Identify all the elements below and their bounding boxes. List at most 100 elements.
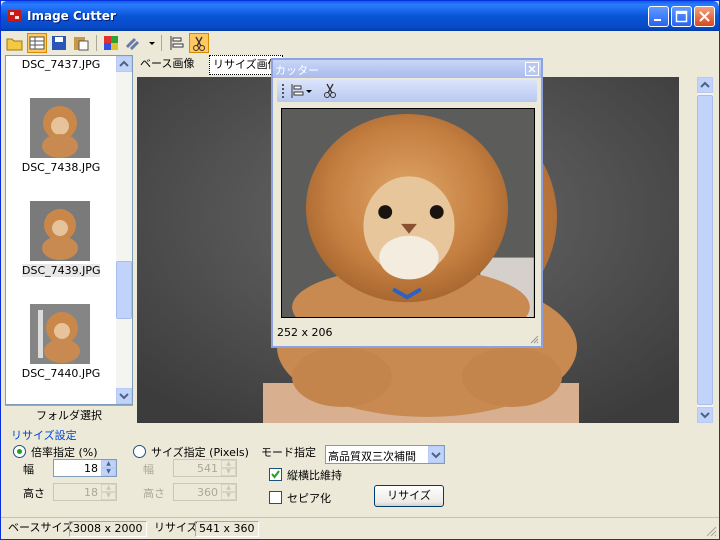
dropdown-button[interactable]: [428, 446, 444, 463]
file-label[interactable]: DSC_7437.JPG: [6, 58, 116, 71]
resize-grip-icon[interactable]: [529, 334, 539, 344]
base-size-label: ベースサイズ: [8, 521, 74, 534]
cutter-window[interactable]: カッター 252 x 206: [271, 58, 543, 348]
sepia-label: セピア化: [287, 492, 331, 505]
scroll-down-button[interactable]: [116, 388, 132, 404]
resize-size-value: 541 x 360: [195, 521, 259, 537]
cutter-close-button[interactable]: [525, 62, 539, 76]
stepper-up-button: ▲: [221, 484, 236, 492]
mode-label: モード指定: [261, 446, 316, 459]
app-icon: [8, 10, 21, 21]
cutter-preview-image: [281, 108, 535, 318]
main-window: Image Cutter DSC_7437.JPG DSC_7438.JPG D…: [0, 0, 720, 540]
cutter-size-readout: 252 x 206: [277, 326, 333, 339]
align-icon: [170, 36, 184, 50]
cutter-title-bar[interactable]: カッター: [273, 60, 541, 78]
folder-open-icon: [6, 38, 23, 51]
folder-select-button[interactable]: フォルダ選択: [5, 405, 133, 425]
stepper-up-button: ▲: [221, 460, 236, 468]
cutter-cut-button[interactable]: [321, 81, 341, 101]
file-label[interactable]: DSC_7440.JPG: [6, 367, 116, 380]
align-button[interactable]: [167, 33, 187, 53]
pixel-height-stepper: 360 ▲ ▼: [173, 483, 237, 501]
close-button[interactable]: [694, 6, 715, 27]
minimize-icon: [654, 19, 661, 21]
open-folder-button[interactable]: [5, 33, 25, 53]
file-label-selected[interactable]: DSC_7439.JPG: [22, 264, 101, 277]
chevron-up-icon: [119, 60, 129, 67]
image-scrollbar[interactable]: [697, 77, 713, 423]
scroll-up-button[interactable]: [116, 56, 132, 72]
ratio-mode-label: 倍率指定 (%): [31, 446, 98, 459]
file-thumbnail[interactable]: [30, 98, 90, 158]
chevron-down-icon: [700, 412, 710, 419]
tab-base-image[interactable]: ベース画像: [137, 55, 197, 75]
window-title: Image Cutter: [27, 9, 116, 23]
resize-settings-title: リサイズ設定: [11, 429, 77, 442]
close-icon: [699, 11, 710, 22]
save-button[interactable]: [49, 33, 69, 53]
file-label[interactable]: DSC_7438.JPG: [6, 161, 116, 174]
chevron-down-icon: [431, 452, 441, 459]
checkmark-icon: [271, 470, 280, 479]
scroll-thumb[interactable]: [697, 95, 713, 405]
size-mode-label: サイズ指定 (Pixels): [151, 446, 249, 459]
chevron-up-icon: [700, 81, 710, 88]
ratio-height-stepper: 18 ▲ ▼: [53, 483, 117, 501]
grip-icon: [282, 84, 284, 98]
ratio-mode-radio[interactable]: [13, 445, 26, 458]
ratio-width-value: 18: [84, 462, 98, 475]
chevron-down-icon: [119, 393, 129, 400]
scroll-thumb[interactable]: [116, 261, 132, 319]
close-icon: [528, 65, 536, 73]
stepper-up-button: ▲: [101, 484, 116, 492]
interpolation-mode-value: 高品質双三次補間: [328, 450, 416, 463]
color-button[interactable]: [101, 33, 121, 53]
grid-view-icon: [29, 36, 45, 50]
maximize-icon: [675, 10, 688, 23]
pixel-width-label: 幅: [143, 463, 154, 476]
file-thumbnail-list[interactable]: DSC_7437.JPG DSC_7438.JPG DSC_7439.JPG D…: [5, 55, 133, 405]
keep-aspect-label: 縦横比維持: [287, 469, 342, 482]
pixel-width-value: 541: [197, 462, 218, 475]
resize-grip-icon[interactable]: [705, 525, 717, 537]
ratio-width-stepper[interactable]: 18 ▲ ▼: [53, 459, 117, 477]
main-toolbar: [3, 32, 717, 54]
sepia-checkbox[interactable]: [269, 491, 282, 504]
pixel-height-label: 高さ: [143, 487, 165, 500]
minimize-button[interactable]: [648, 6, 669, 27]
cutter-toolbar: [277, 80, 537, 102]
size-mode-radio[interactable]: [133, 445, 146, 458]
maximize-button[interactable]: [671, 6, 692, 27]
base-size-value: 3008 x 2000: [69, 521, 147, 537]
save-icon: [52, 36, 66, 50]
ratio-height-value: 18: [84, 486, 98, 499]
ratio-height-label: 高さ: [23, 487, 45, 500]
paste-button[interactable]: [71, 33, 91, 53]
view-grid-button[interactable]: [27, 33, 47, 53]
keep-aspect-checkbox[interactable]: [269, 468, 282, 481]
cutter-toggle-button[interactable]: [189, 33, 209, 53]
cutter-align-dropdown[interactable]: [289, 81, 313, 101]
cutter-title: カッター: [275, 64, 319, 77]
stepper-up-button[interactable]: ▲: [101, 460, 116, 468]
interpolation-mode-select[interactable]: 高品質双三次補間: [325, 445, 445, 464]
scroll-up-button[interactable]: [697, 77, 713, 93]
stepper-down-button: ▼: [221, 492, 236, 500]
tools-dropdown-button[interactable]: [123, 33, 157, 53]
status-bar: ベースサイズ 3008 x 2000 リサイズ 541 x 360: [1, 517, 719, 539]
resize-size-label: リサイズ: [154, 521, 198, 534]
file-thumbnail[interactable]: [30, 201, 90, 261]
file-list-scrollbar[interactable]: [116, 56, 132, 404]
scroll-down-button[interactable]: [697, 407, 713, 423]
title-bar[interactable]: Image Cutter: [1, 1, 719, 31]
color-palette-icon: [104, 36, 118, 50]
file-thumbnail[interactable]: [30, 304, 90, 364]
stepper-down-button: ▼: [101, 492, 116, 500]
tools-icon: [125, 37, 155, 51]
scissors-icon: [324, 83, 336, 98]
clipboard-icon: [74, 37, 89, 51]
stepper-down-button[interactable]: ▼: [101, 468, 116, 476]
ratio-width-label: 幅: [23, 463, 34, 476]
resize-button[interactable]: リサイズ: [374, 485, 444, 507]
